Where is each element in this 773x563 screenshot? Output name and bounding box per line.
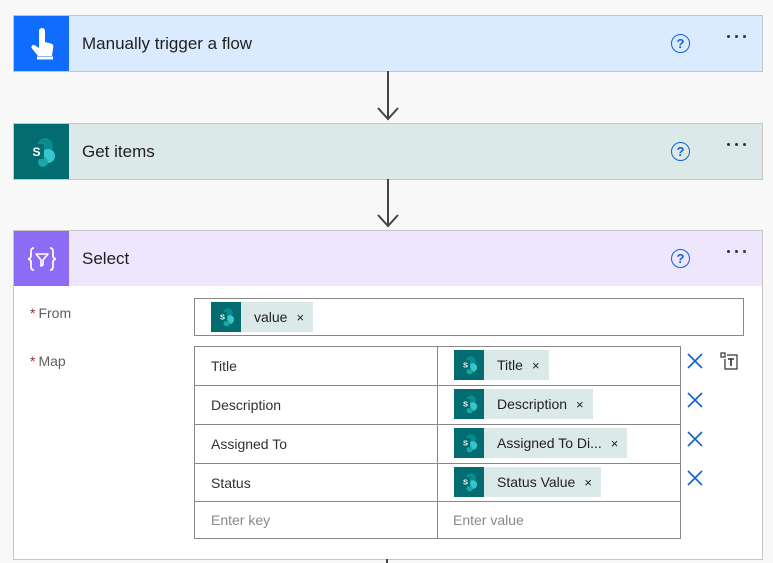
get-items-card-header[interactable]: S Get items ? [14,124,762,179]
required-marker: * [30,305,36,321]
delete-row-icon[interactable] [686,430,704,448]
sharepoint-icon: S [454,350,484,380]
map-value-placeholder: Enter value [453,512,524,528]
token-label: Description [497,396,568,412]
help-glyph: ? [676,251,685,266]
remove-token-icon[interactable]: × [532,358,540,373]
select-title: Select [82,248,130,268]
data-operation-icon [14,231,69,286]
dynamic-content-token[interactable]: S Status Value × [454,467,601,497]
get-items-title: Get items [82,141,155,161]
map-value-field[interactable]: S Assigned To Di... × [438,425,680,463]
svg-text:S: S [220,313,225,322]
svg-text:S: S [463,400,468,409]
help-icon[interactable]: ? [671,34,690,53]
from-input[interactable]: S value × [194,298,744,336]
help-glyph: ? [676,36,685,51]
delete-row-icon[interactable] [686,391,704,409]
trigger-title: Manually trigger a flow [82,33,253,53]
map-value-field[interactable]: S Description × [438,386,680,424]
sharepoint-icon: S [211,302,241,332]
sharepoint-icon: S [454,428,484,458]
map-row: Title S Title × [195,347,680,386]
svg-text:S: S [463,361,468,370]
help-icon[interactable]: ? [671,142,690,161]
map-key-field[interactable]: Assigned To [195,425,438,463]
map-table: Title S Title × Description S Descriptio… [194,346,681,539]
trigger-card[interactable]: Manually trigger a flow ? [13,15,763,72]
trigger-card-header[interactable]: Manually trigger a flow ? [14,16,762,71]
svg-text:S: S [463,478,468,487]
flow-canvas: Manually trigger a flow ? S Get items ? … [0,0,773,563]
map-row: Description S Description × [195,386,680,425]
dynamic-content-token[interactable]: S Assigned To Di... × [454,428,628,458]
token-label: Assigned To Di... [497,435,602,451]
connector-arrow [376,179,400,230]
token-label: value [254,309,288,325]
more-options-icon[interactable] [727,250,746,253]
dynamic-content-token[interactable]: S Description × [454,389,593,419]
token-label: Status Value [497,474,576,490]
help-icon[interactable]: ? [671,249,690,268]
from-label: * From [30,305,71,321]
remove-token-icon[interactable]: × [296,310,304,325]
map-key-field[interactable]: Status [195,464,438,501]
map-value-input[interactable]: Enter value [438,502,680,538]
map-value-field[interactable]: S Title × [438,347,680,385]
from-label-text: From [38,305,72,321]
delete-row-icon[interactable] [686,352,704,370]
remove-token-icon[interactable]: × [611,436,619,451]
help-glyph: ? [676,144,685,159]
svg-text:S: S [463,439,468,448]
connector-line [386,559,388,563]
switch-to-text-mode-icon[interactable] [719,351,739,371]
map-row: Status S Status Value × [195,464,680,502]
delete-row-icon[interactable] [686,469,704,487]
dynamic-content-token[interactable]: S value × [211,302,314,332]
dynamic-content-token[interactable]: S Title × [454,350,549,380]
map-label-text: Map [38,353,66,369]
remove-token-icon[interactable]: × [576,397,584,412]
svg-text:S: S [32,145,40,159]
remove-token-icon[interactable]: × [584,475,592,490]
required-marker: * [30,353,36,369]
map-label: * Map [30,353,66,369]
touch-icon [14,16,69,71]
more-options-icon[interactable] [727,143,746,146]
map-row-new: Enter key Enter value [195,502,680,538]
map-key-field[interactable]: Title [195,347,438,385]
connector-arrow [376,71,400,123]
map-row: Assigned To S Assigned To Di... × [195,425,680,464]
sharepoint-icon: S [454,389,484,419]
token-label: Title [497,357,523,373]
sharepoint-icon: S [14,124,69,179]
map-value-field[interactable]: S Status Value × [438,464,680,501]
map-key-field[interactable]: Description [195,386,438,424]
sharepoint-icon: S [454,467,484,497]
map-key-input[interactable]: Enter key [195,502,438,538]
select-card-header[interactable]: Select ? [14,231,762,286]
more-options-icon[interactable] [727,35,746,38]
get-items-card[interactable]: S Get items ? [13,123,763,180]
select-card: Select ? * From S value × * Map Title S … [13,230,763,560]
